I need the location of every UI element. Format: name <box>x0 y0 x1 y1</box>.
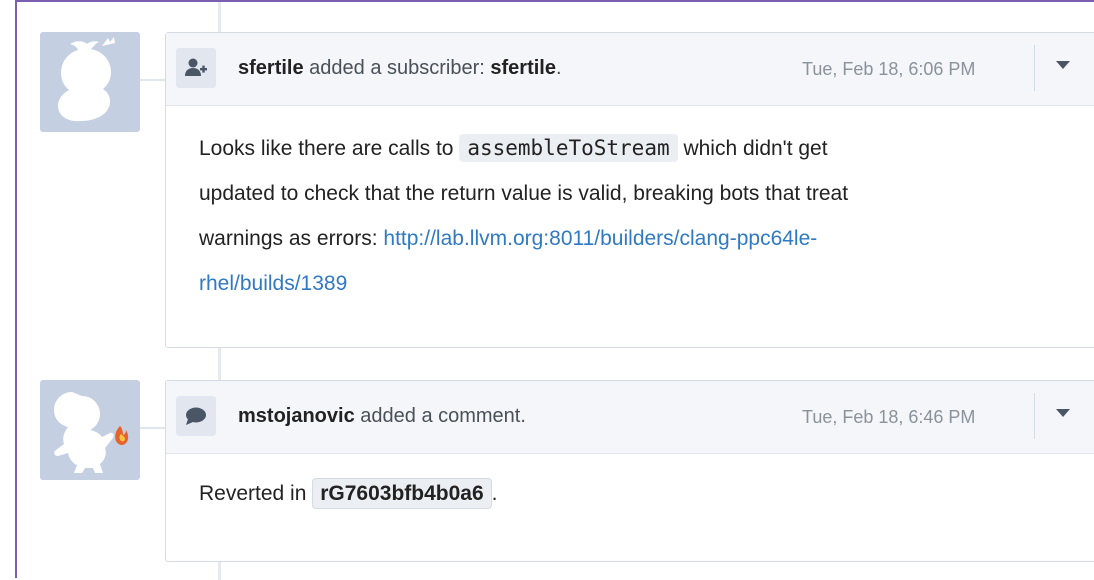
avatar-connector <box>140 427 166 429</box>
body-text: updated to check that the return value i… <box>199 182 849 205</box>
subscriber-link[interactable]: sfertile <box>490 57 556 79</box>
punctuation: . <box>555 57 562 79</box>
charmander-silhouette-avatar-icon <box>54 392 129 473</box>
header-divider <box>1034 45 1035 91</box>
chevron-down-icon[interactable] <box>1056 409 1070 417</box>
action-text: added a comment. <box>360 405 526 427</box>
build-link-continued[interactable]: rhel/builds/1389 <box>199 272 347 295</box>
event-header: sfertile added a subscriber: sfertile. T… <box>166 33 1094 106</box>
avatar[interactable] <box>40 380 140 480</box>
chevron-down-icon[interactable] <box>1056 61 1070 69</box>
body-text: which didn't get <box>683 137 828 160</box>
add-user-icon <box>176 48 216 88</box>
inline-code: assembleToStream <box>459 134 678 162</box>
build-link[interactable]: http://lab.llvm.org:8011/builders/clang-… <box>383 227 817 250</box>
event-card: sfertile added a subscriber: sfertile. T… <box>165 32 1094 348</box>
event-summary: mstojanovic added a comment. <box>238 405 526 428</box>
action-text: added a subscriber: <box>309 57 485 79</box>
header-divider <box>1034 393 1035 439</box>
event-card: mstojanovic added a comment. Tue, Feb 18… <box>165 380 1094 562</box>
psyduck-silhouette-avatar-icon <box>58 37 115 122</box>
event-header: mstojanovic added a comment. Tue, Feb 18… <box>166 381 1094 454</box>
comment-body: Looks like there are calls to assembleTo… <box>199 126 1049 306</box>
punctuation: . <box>491 482 498 505</box>
timestamp[interactable]: Tue, Feb 18, 6:06 PM <box>802 59 975 80</box>
commit-link[interactable]: rG7603bfb4b0a6 <box>312 478 492 509</box>
body-text: warnings as errors: <box>199 227 378 250</box>
event-summary: sfertile added a subscriber: sfertile. <box>238 57 562 80</box>
avatar[interactable] <box>40 32 140 132</box>
comment-body: Reverted in rG7603bfb4b0a6. <box>199 471 1049 516</box>
comment-icon <box>176 396 216 436</box>
avatar-connector <box>140 79 166 81</box>
author-link[interactable]: mstojanovic <box>238 405 355 427</box>
body-text: Looks like there are calls to <box>199 137 454 160</box>
author-link[interactable]: sfertile <box>238 57 304 79</box>
timestamp[interactable]: Tue, Feb 18, 6:46 PM <box>802 407 975 428</box>
body-text: Reverted in <box>199 482 307 505</box>
